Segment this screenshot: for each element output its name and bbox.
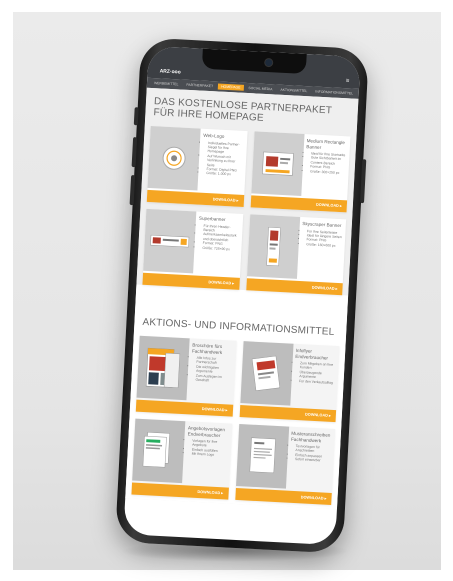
card-title: Musteranschreiben Fachhandwerk: [290, 430, 331, 443]
card-broschuere: Broschüre fürs Fachhandwerk Alle Infos z…: [135, 335, 237, 417]
musteranschreiben-thumbnail: [235, 424, 289, 489]
download-button[interactable]: DOWNLOAD ▸: [146, 189, 244, 207]
menu-icon[interactable]: ≡: [346, 78, 350, 84]
card-title: Web-Logo: [203, 132, 225, 139]
banner-preview-icon: [150, 234, 190, 248]
flyer-preview-icon: [251, 355, 280, 391]
volume-down-button: [129, 175, 136, 206]
card-infoflyer: Infoflyer Endverbraucher Zum Mitgeben an…: [239, 341, 340, 423]
tab-informationsmittel[interactable]: INFORMATIONSMITTEL: [312, 88, 356, 96]
tab-werbemittel[interactable]: WERBEMITTEL: [151, 80, 182, 88]
card-angebotsvorlagen: Angebotsvorlagen Endverbraucher Vorlagen…: [131, 418, 232, 500]
angebotsvorlagen-thumbnail: [132, 418, 186, 484]
card-web-logo: Web-Logo Individuelles Partner-Siegel fü…: [146, 125, 248, 207]
card-bullet: Sofort einsetzbar: [295, 457, 331, 463]
download-button[interactable]: DOWNLOAD ▸: [234, 487, 332, 505]
card-title: Angebotsvorlagen Endverbraucher: [187, 425, 226, 438]
card-bullet: Größe: 728×90 px: [202, 245, 238, 251]
site-logo[interactable]: ARZ·ooo: [159, 68, 180, 75]
card-title: Skyscraper Banner: [302, 221, 342, 229]
brochure-preview-icon: [145, 347, 181, 389]
aktionsmittel-section: AKTIONS- UND INFORMATIONSMITTEL Broschür…: [125, 284, 349, 510]
banner-preview-icon: [261, 151, 294, 176]
card-title: Broschüre fürs Fachhandwerk: [191, 342, 223, 355]
download-button[interactable]: DOWNLOAD ▸: [239, 405, 337, 423]
card-bullet: Zum Auslegen im Geschäft: [195, 373, 231, 384]
card-title: Superbanner: [198, 215, 226, 223]
card-skyscraper: Skyscraper Banner Für Ihre Seitenleiste …: [245, 214, 347, 296]
partnerpaket-grid: Web-Logo Individuelles Partner-Siegel fü…: [142, 125, 351, 296]
document-stack-icon: [142, 431, 170, 468]
card-title: Medium Rectangle Banner: [306, 138, 346, 150]
infoflyer-thumbnail: [239, 341, 294, 406]
phone-screen: ARZ·ooo ≡ WERBEMITTEL PARTNERPAKET HOMEP…: [123, 45, 361, 546]
card-musteranschreiben: Musteranschreiben Fachhandwerk Textvorla…: [234, 424, 336, 505]
phone-frame: ARZ·ooo ≡ WERBEMITTEL PARTNERPAKET HOMEP…: [114, 37, 370, 554]
card-bullet: Größe: 160×600 px: [306, 242, 342, 248]
camera-icon: [263, 57, 274, 68]
tab-homepage[interactable]: HOMEPAGE: [218, 83, 244, 91]
download-button[interactable]: DOWNLOAD ▸: [250, 195, 348, 213]
volume-up-button: [131, 137, 138, 168]
skyscraper-thumbnail: [246, 214, 300, 279]
medium-rectangle-thumbnail: [250, 131, 305, 196]
banner-preview-icon: [265, 227, 281, 267]
superbanner-thumbnail: [143, 208, 197, 274]
broschuere-thumbnail: [136, 335, 190, 401]
section-title-partnerpaket: DAS KOSTENLOSE PARTNERPAKET FÜR IHRE HOM…: [153, 96, 333, 124]
card-bullet: Für den Verkaufsalltag: [299, 379, 335, 385]
mute-switch: [133, 107, 139, 126]
web-logo-thumbnail: [147, 125, 201, 191]
main-content: DAS KOSTENLOSE PARTNERPAKET FÜR IHRE HOM…: [125, 87, 359, 510]
download-button[interactable]: DOWNLOAD ▸: [131, 482, 229, 500]
download-button[interactable]: DOWNLOAD ▸: [135, 399, 233, 417]
card-medium-rectangle: Medium Rectangle Banner Ideal für Ihre S…: [250, 131, 351, 213]
card-superbanner: Superbanner Für Ihren Header-Bereich Auf…: [142, 208, 243, 290]
tab-partnerpaket[interactable]: PARTNERPAKET: [183, 82, 216, 90]
tab-social-media[interactable]: SOCIAL MEDIA: [245, 85, 275, 93]
tab-aktionsmittel[interactable]: AKTIONSMITTEL: [277, 87, 310, 95]
aktionsmittel-grid: Broschüre fürs Fachhandwerk Alle Infos z…: [131, 335, 340, 505]
seal-icon: [162, 146, 186, 170]
card-title: Infoflyer Endverbraucher: [295, 347, 329, 361]
card-bullet: Größe: 300×250 px: [310, 169, 346, 175]
card-bullet: Mit Ihrem Logo: [192, 452, 228, 458]
letter-preview-icon: [249, 437, 276, 474]
